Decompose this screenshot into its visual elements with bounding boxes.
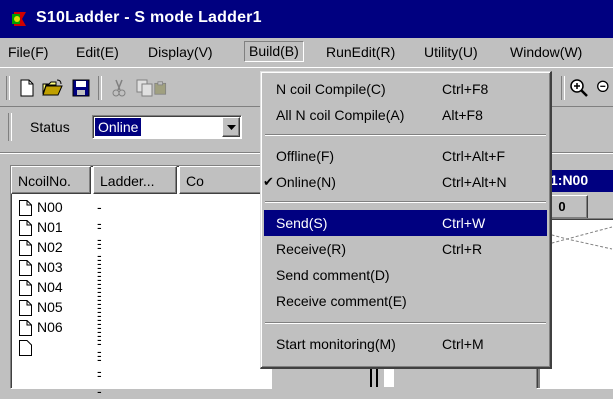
column-header-comment[interactable]: Co bbox=[179, 166, 271, 194]
document-icon bbox=[19, 220, 32, 236]
menu-item-receive[interactable]: Receive(R) Ctrl+R bbox=[264, 236, 547, 262]
ladder-window-title: 1:N00 bbox=[550, 172, 589, 188]
row-name: N02 bbox=[37, 239, 63, 255]
column-header-ladder[interactable]: Ladder... bbox=[93, 166, 177, 194]
document-icon bbox=[19, 200, 32, 216]
document-icon bbox=[19, 240, 32, 256]
new-file-icon[interactable] bbox=[14, 76, 40, 100]
menu-item-label: Send(S) bbox=[276, 215, 328, 231]
row-value: ----- bbox=[97, 319, 103, 399]
menu-item-online[interactable]: ✔ Online(N) Ctrl+Alt+N bbox=[263, 169, 547, 195]
menu-window[interactable]: Window(W) bbox=[506, 43, 586, 61]
menu-item-shortcut: Ctrl+W bbox=[442, 215, 486, 231]
menu-item-label: All N coil Compile(A) bbox=[276, 107, 405, 123]
menu-item-label: Send comment(D) bbox=[276, 267, 390, 283]
toolbar-grip bbox=[6, 76, 10, 100]
menu-item-offline[interactable]: Offline(F) Ctrl+Alt+F bbox=[264, 143, 547, 169]
menu-item-label: Offline(F) bbox=[276, 148, 335, 164]
chevron-down-icon[interactable] bbox=[222, 117, 240, 137]
status-select[interactable]: Online bbox=[92, 115, 242, 139]
document-icon bbox=[19, 260, 32, 276]
row-name: N00 bbox=[37, 199, 63, 215]
menu-separator bbox=[265, 134, 546, 136]
row-name: N05 bbox=[37, 299, 63, 315]
save-disk-icon[interactable] bbox=[68, 76, 94, 100]
menu-item-label: Receive comment(E) bbox=[276, 293, 407, 309]
build-menu-dropdown: N coil Compile(C) Ctrl+F8 All N coil Com… bbox=[260, 71, 552, 369]
status-value: Online bbox=[95, 118, 142, 136]
menu-item-shortcut: Ctrl+F8 bbox=[442, 81, 489, 97]
menu-item-send-comment[interactable]: Send comment(D) bbox=[264, 262, 547, 288]
zoom-out-icon[interactable] bbox=[596, 76, 613, 100]
menu-utility[interactable]: Utility(U) bbox=[420, 43, 482, 61]
menu-item-shortcut: Alt+F8 bbox=[442, 107, 483, 123]
menu-build[interactable]: Build(B) bbox=[244, 41, 304, 62]
menu-runedit[interactable]: RunEdit(R) bbox=[322, 43, 399, 61]
menu-bar: File(F) Edit(E) Display(V) Build(B) RunE… bbox=[0, 38, 613, 68]
paste-icon[interactable] bbox=[154, 76, 168, 100]
menu-item-ncoil-compile[interactable]: N coil Compile(C) Ctrl+F8 bbox=[264, 76, 547, 102]
menu-item-shortcut: Ctrl+M bbox=[442, 336, 484, 352]
status-toolbar-grip bbox=[8, 113, 12, 141]
document-icon bbox=[19, 340, 32, 356]
document-icon bbox=[19, 320, 32, 336]
menu-item-shortcut: Ctrl+Alt+N bbox=[442, 174, 507, 190]
app-icon bbox=[12, 12, 26, 26]
toolbar-separator bbox=[98, 76, 102, 100]
row-name: N01 bbox=[37, 219, 63, 235]
zoom-in-icon[interactable] bbox=[566, 76, 592, 100]
row-name: N04 bbox=[37, 279, 63, 295]
column-header-ncoil[interactable]: NcoilNo. bbox=[11, 166, 91, 194]
menu-item-label: Start monitoring(M) bbox=[276, 336, 396, 352]
menu-edit[interactable]: Edit(E) bbox=[72, 43, 123, 61]
menu-display[interactable]: Display(V) bbox=[144, 43, 217, 61]
menu-item-receive-comment[interactable]: Receive comment(E) bbox=[264, 288, 547, 314]
menu-item-shortcut: Ctrl+R bbox=[442, 241, 483, 257]
menu-item-send[interactable]: Send(S) Ctrl+W bbox=[264, 210, 547, 236]
status-label: Status bbox=[30, 119, 70, 135]
title-bar[interactable]: S10Ladder - S mode Ladder1 bbox=[0, 0, 613, 38]
document-icon bbox=[19, 300, 32, 316]
menu-separator bbox=[265, 201, 546, 203]
document-icon bbox=[19, 280, 32, 296]
window-title: S10Ladder - S mode Ladder1 bbox=[36, 9, 262, 26]
checkmark-icon: ✔ bbox=[263, 174, 274, 189]
toolbar-separator-right bbox=[561, 76, 565, 100]
cut-icon[interactable] bbox=[106, 76, 132, 100]
menu-item-label: Receive(R) bbox=[276, 241, 347, 257]
menu-item-start-monitoring[interactable]: Start monitoring(M) Ctrl+M bbox=[264, 331, 547, 357]
menu-file[interactable]: File(F) bbox=[4, 43, 52, 61]
row-name: N06 bbox=[37, 319, 63, 335]
row-name: N03 bbox=[37, 259, 63, 275]
ncoil-list[interactable]: NcoilNo. Ladder... Co N00 ----- N01 ----… bbox=[10, 165, 272, 399]
menu-item-all-ncoil-compile[interactable]: All N coil Compile(A) Alt+F8 bbox=[264, 102, 547, 128]
menu-separator bbox=[265, 322, 546, 324]
menu-item-label: N coil Compile(C) bbox=[276, 81, 386, 97]
menu-item-label: Online(N) bbox=[276, 174, 336, 190]
menu-item-shortcut: Ctrl+Alt+F bbox=[442, 148, 506, 164]
open-folder-icon[interactable] bbox=[40, 76, 66, 100]
